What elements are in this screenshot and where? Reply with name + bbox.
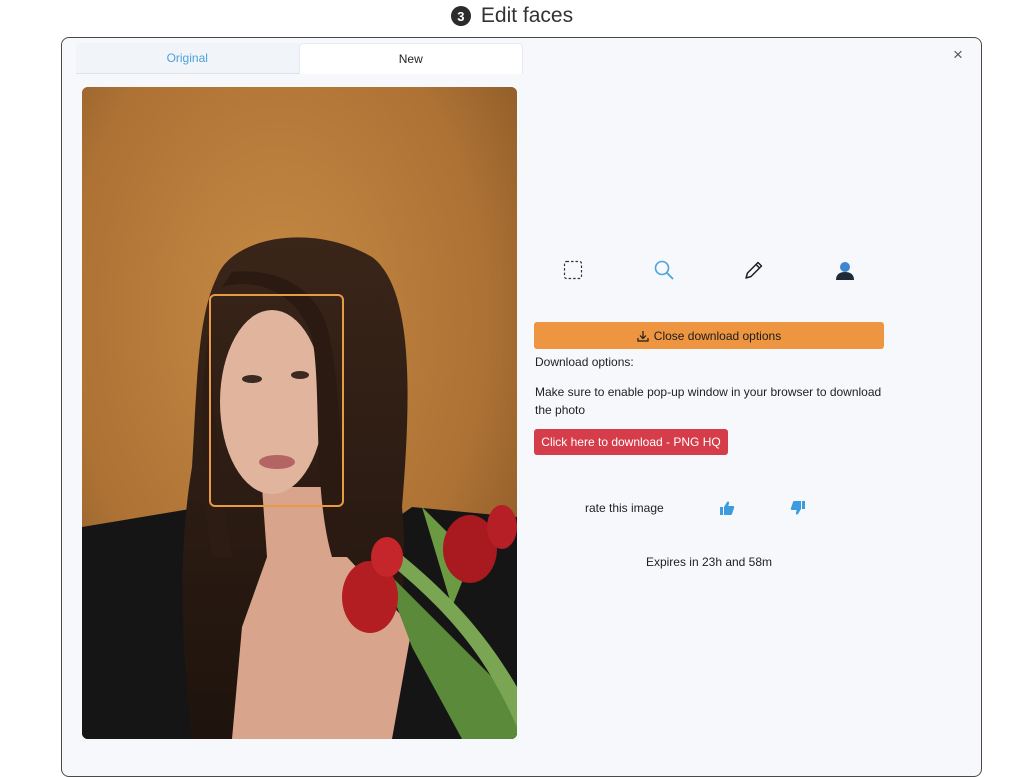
close-download-options-button[interactable]: Close download options bbox=[534, 322, 884, 349]
step-header: 3 Edit faces bbox=[0, 2, 1024, 30]
search-icon[interactable] bbox=[652, 258, 676, 282]
rate-image-label: rate this image bbox=[585, 501, 664, 515]
popup-note: Make sure to enable pop-up window in you… bbox=[535, 385, 882, 417]
edited-photo bbox=[82, 87, 517, 739]
download-png-button[interactable]: Click here to download - PNG HQ bbox=[534, 429, 728, 455]
download-options-label: Download options: bbox=[535, 355, 634, 369]
select-rectangle-icon[interactable] bbox=[561, 258, 585, 282]
pencil-icon[interactable] bbox=[742, 258, 766, 282]
step-title: Edit faces bbox=[480, 4, 574, 27]
download-icon bbox=[637, 330, 649, 342]
expiry-text: Expires in 23h and 58m bbox=[645, 555, 773, 569]
close-button[interactable]: × bbox=[949, 46, 967, 64]
view-tabs: Original New bbox=[76, 43, 523, 74]
step-number-badge: 3 bbox=[450, 6, 471, 26]
face-detection-box[interactable] bbox=[209, 294, 344, 507]
person-icon[interactable] bbox=[833, 258, 857, 282]
tab-new[interactable]: New bbox=[298, 43, 523, 74]
edit-faces-modal: × Original New Close download options Do… bbox=[61, 37, 982, 777]
tab-original[interactable]: Original bbox=[76, 43, 299, 74]
thumbs-down-icon[interactable] bbox=[790, 500, 806, 516]
close-download-options-label: Close download options bbox=[653, 328, 782, 343]
thumbs-up-icon[interactable] bbox=[719, 500, 735, 516]
editing-toolbar bbox=[535, 258, 883, 282]
